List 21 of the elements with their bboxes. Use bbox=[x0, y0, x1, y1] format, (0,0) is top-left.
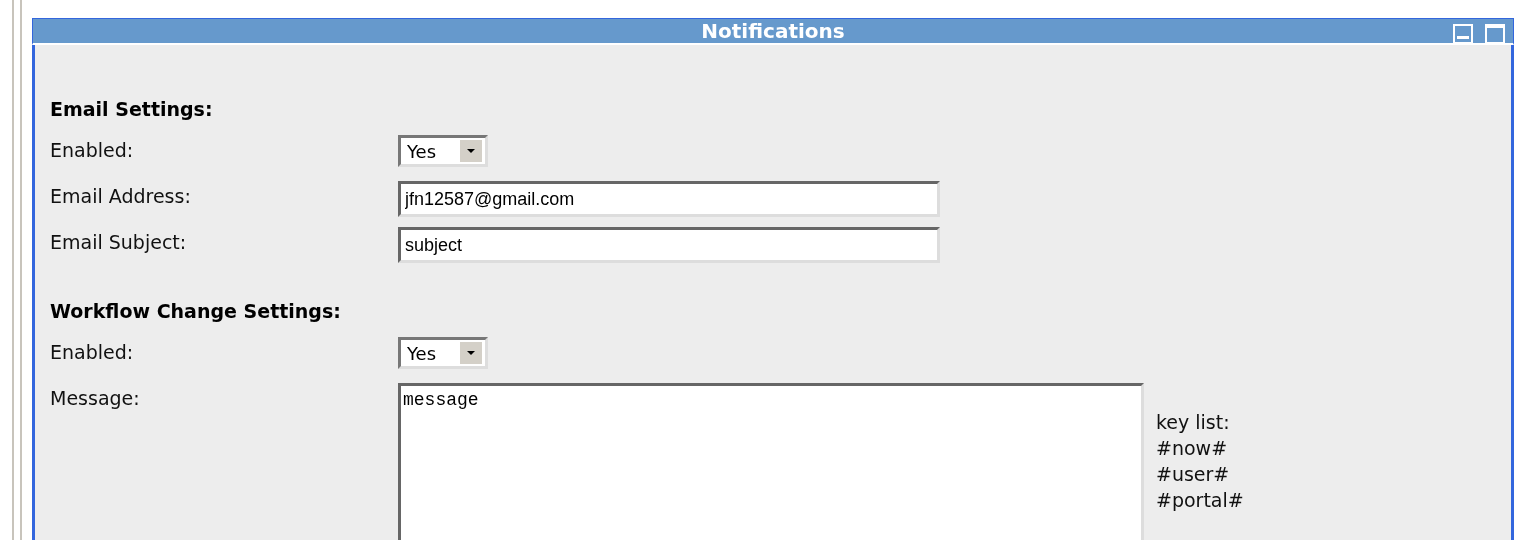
enabled-dropdown[interactable]: Yes bbox=[398, 337, 488, 369]
panel-title: Notifications bbox=[701, 19, 845, 43]
caret-icon bbox=[460, 342, 482, 364]
key-list-text: #user# bbox=[1156, 462, 1231, 487]
section-heading: Email Settings: bbox=[50, 97, 214, 122]
field-label: Enabled: bbox=[50, 340, 135, 365]
text-input-field[interactable]: jfn12587@gmail.com bbox=[398, 181, 940, 217]
enabled-dropdown[interactable]: Yes bbox=[398, 135, 488, 167]
minimize-icon[interactable] bbox=[1453, 24, 1473, 44]
section-heading: Workflow Change Settings: bbox=[50, 299, 342, 324]
key-list-text: key list: bbox=[1156, 410, 1231, 435]
key-list-text: #portal# bbox=[1156, 488, 1244, 513]
field-label: Email Address: bbox=[50, 184, 192, 209]
maximize-icon[interactable] bbox=[1485, 24, 1505, 44]
message-textarea[interactable]: message bbox=[398, 383, 1144, 540]
text-input-field[interactable]: subject bbox=[398, 227, 940, 263]
caret-icon bbox=[460, 140, 482, 162]
key-list-text: #now# bbox=[1156, 436, 1229, 461]
field-label: Email Subject: bbox=[50, 230, 188, 255]
field-label: Message: bbox=[50, 386, 141, 411]
field-label: Enabled: bbox=[50, 138, 135, 163]
